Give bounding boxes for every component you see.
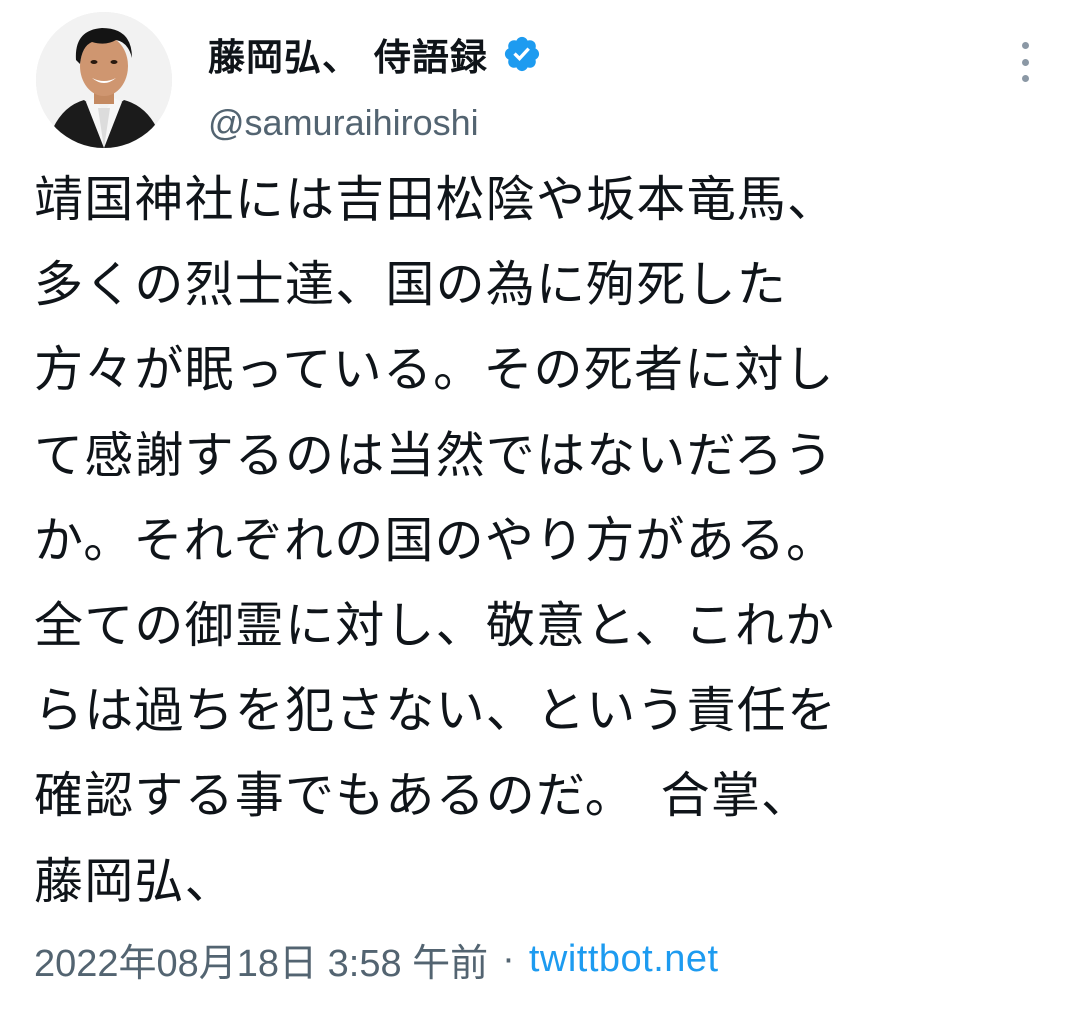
more-dot bbox=[1021, 42, 1029, 49]
tweet-text: 靖国神社には吉田松陰や坂本竜馬、 多くの烈士達、国の為に殉死した 方々が眠っている。… bbox=[34, 157, 1054, 924]
avatar-photo bbox=[36, 12, 172, 148]
display-name[interactable]: 藤岡弘、 侍語録 bbox=[208, 27, 488, 81]
tweet-header: 藤岡弘、 侍語録 @samuraihiroshi bbox=[36, 12, 1046, 152]
display-name-row: 藤岡弘、 侍語録 bbox=[208, 24, 542, 84]
tweet-line: 多くの烈士達、国の為に殉死した bbox=[34, 256, 788, 314]
more-dot bbox=[1021, 58, 1029, 66]
tweet-line: 確認する事でもあるのだ。 合掌、 bbox=[34, 767, 812, 825]
more-options-icon[interactable] bbox=[1014, 42, 1036, 82]
meta-separator: · bbox=[502, 938, 515, 980]
tweet-line: 全ての御霊に対し、敬意と、これか bbox=[34, 597, 836, 655]
tweet-meta: 2022年08月18日 3:58 午前 · twittbot.net bbox=[34, 932, 719, 987]
tweet-timestamp[interactable]: 2022年08月18日 3:58 午前 bbox=[34, 932, 488, 987]
tweet-line: らは過ちを犯さない、という責任を bbox=[34, 682, 838, 740]
author-handle[interactable]: @samuraihiroshi bbox=[208, 102, 542, 144]
tweet-line: 靖国神社には吉田松陰や坂本竜馬、 bbox=[34, 171, 838, 228]
tweet-line: て感謝するのは当然ではないだろう bbox=[34, 426, 835, 484]
tweet-source-link[interactable]: twittbot.net bbox=[529, 938, 719, 981]
tweet-line: 藤岡弘、 bbox=[34, 852, 235, 910]
tweet-line: 方々が眠っている。その死者に対し bbox=[34, 341, 835, 399]
more-dot bbox=[1021, 75, 1029, 82]
verified-badge-icon bbox=[502, 34, 542, 74]
avatar[interactable] bbox=[36, 12, 172, 148]
tweet-line: か。それぞれの国のやり方がある。 bbox=[34, 511, 837, 569]
author-info: 藤岡弘、 侍語録 @samuraihiroshi bbox=[208, 24, 542, 144]
